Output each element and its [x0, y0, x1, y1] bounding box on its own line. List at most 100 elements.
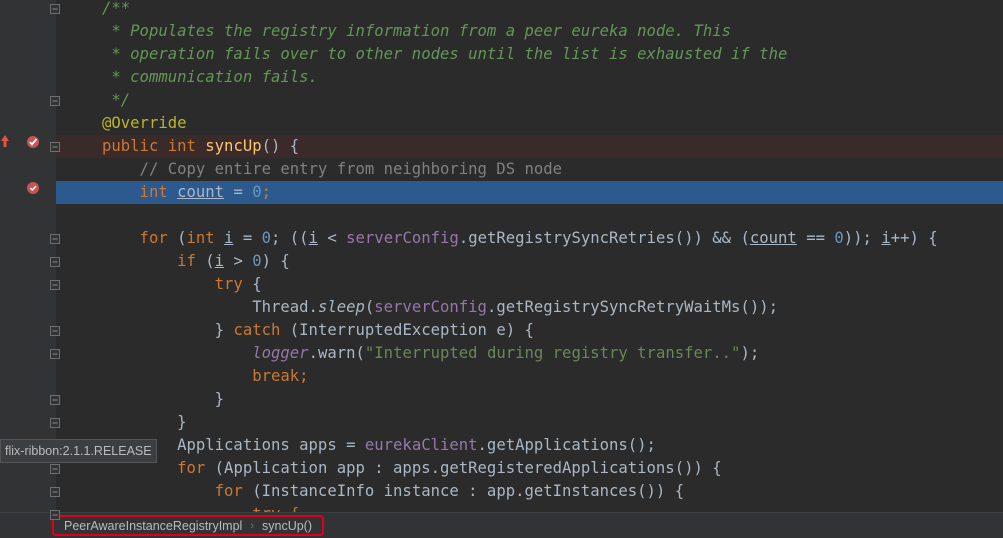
fold-marker-icon[interactable]: [50, 326, 60, 336]
override-up-arrow-icon[interactable]: [0, 133, 10, 153]
fold-marker-icon[interactable]: [50, 257, 60, 267]
code-token: (: [364, 298, 375, 316]
code-text: Thread.sleep(serverConfig.getRegistrySyn…: [102, 296, 778, 319]
code-token: }: [102, 413, 187, 431]
code-token: ==: [796, 229, 835, 247]
code-token: * operation fails over to other nodes un…: [102, 45, 788, 63]
dependency-tooltip: flix-ribbon:2.1.1.RELEASE: [0, 439, 157, 463]
code-token: * Populates the registry information fro…: [102, 22, 732, 40]
code-line[interactable]: /**: [56, 0, 1003, 20]
code-text: public int syncUp() {: [102, 135, 299, 158]
code-token: @Override: [102, 114, 187, 132]
code-token: i: [214, 252, 225, 270]
code-text: logger.warn("Interrupted during registry…: [102, 342, 759, 365]
code-line[interactable]: * communication fails.: [56, 66, 1003, 89]
code-token: int: [186, 229, 225, 247]
code-line[interactable]: // Copy entire entry from neighboring DS…: [56, 158, 1003, 181]
code-token: for: [102, 229, 178, 247]
code-token: }: [102, 390, 225, 408]
code-line[interactable]: }: [56, 388, 1003, 411]
code-token: int: [102, 183, 178, 201]
code-text: @Override: [102, 112, 187, 135]
code-line[interactable]: } catch (InterruptedException e) {: [56, 319, 1003, 342]
code-token: ; ((: [271, 229, 309, 247]
code-token: ) {: [261, 252, 290, 270]
breakpoint-check-icon[interactable]: [26, 134, 40, 153]
code-token: 0: [834, 229, 844, 247]
code-text: /**: [102, 0, 130, 20]
code-text: Applications apps = eurekaClient.getAppl…: [102, 434, 656, 457]
code-text: // Copy entire entry from neighboring DS…: [102, 158, 562, 181]
code-text: try {: [102, 273, 262, 296]
code-line[interactable]: if (i > 0) {: [56, 250, 1003, 273]
code-text: */: [102, 89, 130, 112]
code-token: .warn(: [308, 344, 365, 362]
code-text: int count = 0;: [102, 181, 271, 204]
code-line[interactable]: [56, 204, 1003, 227]
code-line[interactable]: try {: [56, 273, 1003, 296]
code-text: for (Application app : apps.getRegistere…: [102, 457, 722, 480]
code-token: i: [881, 229, 891, 247]
fold-marker-icon[interactable]: [50, 4, 60, 14]
code-token: logger: [252, 344, 309, 362]
code-line[interactable]: for (int i = 0; ((i < serverConfig.getRe…: [56, 227, 1003, 250]
code-token: ));: [843, 229, 882, 247]
code-token: break: [102, 367, 300, 385]
code-line[interactable]: logger.warn("Interrupted during registry…: [56, 342, 1003, 365]
code-token: 0: [252, 183, 262, 201]
code-token: >: [224, 252, 253, 270]
code-line[interactable]: Applications apps = eurekaClient.getAppl…: [56, 434, 1003, 457]
fold-marker-icon[interactable]: [50, 142, 60, 152]
code-line[interactable]: break;: [56, 365, 1003, 388]
code-line[interactable]: for (Application app : apps.getRegistere…: [56, 457, 1003, 480]
fold-marker-icon[interactable]: [50, 464, 60, 474]
fold-marker-icon[interactable]: [50, 418, 60, 428]
code-line[interactable]: for (InstanceInfo instance : app.getInst…: [56, 480, 1003, 503]
code-token: count: [177, 183, 225, 201]
code-line[interactable]: }: [56, 411, 1003, 434]
code-token: if: [102, 252, 206, 270]
fold-marker-icon[interactable]: [50, 280, 60, 290]
code-token: .getRegistrySyncRetries()) && (: [458, 229, 750, 247]
code-text: * operation fails over to other nodes un…: [102, 43, 787, 66]
code-token: 0: [252, 252, 262, 270]
breadcrumb-class[interactable]: PeerAwareInstanceRegistryImpl: [64, 519, 242, 533]
code-token: */: [102, 91, 131, 109]
code-line[interactable]: */: [56, 89, 1003, 112]
fold-marker-icon[interactable]: [50, 395, 60, 405]
code-token: for: [102, 482, 253, 500]
code-token: .getApplications();: [477, 436, 656, 454]
fold-marker-icon[interactable]: [50, 349, 60, 359]
code-token: =: [224, 183, 253, 201]
fold-marker-icon[interactable]: [50, 510, 60, 520]
code-text: for (int i = 0; ((i < serverConfig.getRe…: [102, 227, 938, 250]
code-token: (: [177, 229, 187, 247]
fold-marker-icon[interactable]: [50, 487, 60, 497]
code-token: serverConfig: [346, 229, 459, 247]
breakpoint-icon[interactable]: [26, 180, 40, 199]
code-line[interactable]: public int syncUp() {: [56, 135, 1003, 158]
code-line[interactable]: Thread.sleep(serverConfig.getRegistrySyn…: [56, 296, 1003, 319]
code-token: serverConfig: [374, 298, 487, 316]
breadcrumb-method[interactable]: syncUp(): [262, 519, 312, 533]
code-token: ;: [299, 367, 309, 385]
breadcrumb-bar: PeerAwareInstanceRegistryImpl › syncUp(): [0, 512, 1003, 538]
code-text: } catch (InterruptedException e) {: [102, 319, 534, 342]
code-token: Thread.: [102, 298, 318, 316]
code-line[interactable]: * Populates the registry information fro…: [56, 20, 1003, 43]
code-token: * communication fails.: [102, 68, 318, 86]
code-token: ++) {: [890, 229, 938, 247]
code-text: }: [102, 388, 224, 411]
code-token: 0: [261, 229, 272, 247]
code-token: {: [252, 275, 262, 293]
code-token: syncUp: [205, 137, 262, 155]
code-line[interactable]: @Override: [56, 112, 1003, 135]
breadcrumb: PeerAwareInstanceRegistryImpl › syncUp(): [52, 515, 325, 536]
code-line[interactable]: * operation fails over to other nodes un…: [56, 43, 1003, 66]
fold-marker-icon[interactable]: [50, 234, 60, 244]
code-token: (InterruptedException e) {: [289, 321, 534, 339]
fold-marker-icon[interactable]: [50, 96, 60, 106]
code-line[interactable]: int count = 0;: [56, 181, 1003, 204]
code-text: break;: [102, 365, 309, 388]
